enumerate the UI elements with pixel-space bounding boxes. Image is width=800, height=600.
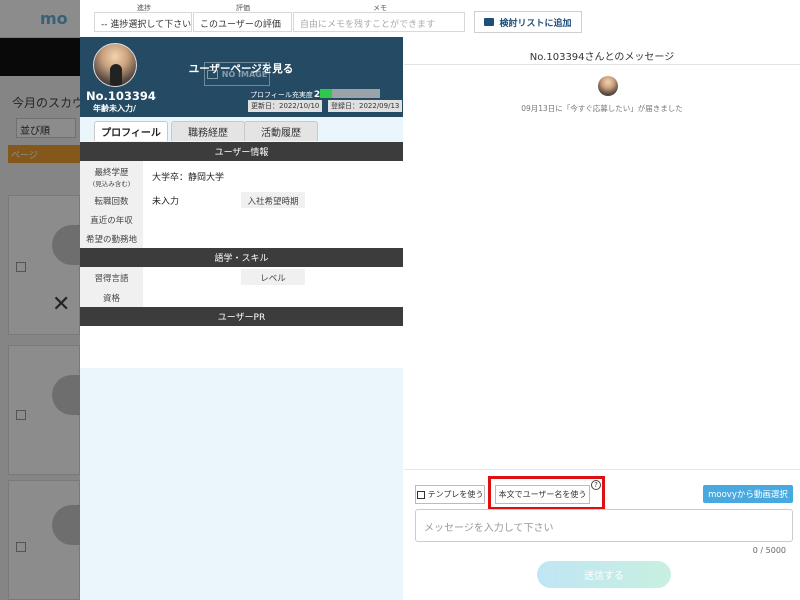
level-label: レベル xyxy=(241,269,305,285)
message-divider xyxy=(404,64,800,65)
folder-plus-icon xyxy=(484,18,495,26)
profile-panel: NO IMAGE ユーザーページを見る No.103394 年齢未入力/ プロフ… xyxy=(80,37,403,600)
rating-select[interactable]: このユーザーの評価 xyxy=(193,12,292,32)
message-input[interactable]: メッセージを入力して下さい xyxy=(415,509,793,542)
desired-location-label: 希望の勤務地 xyxy=(85,235,137,245)
tab-career[interactable]: 職務経歴 xyxy=(171,121,245,141)
memo-input[interactable]: 自由にメモを残すことができます xyxy=(293,12,465,32)
skills-area: 習得言語 レベル 資格 xyxy=(80,267,403,307)
completeness-bar-fill xyxy=(320,89,332,98)
use-template-label: テンプレを使う xyxy=(427,490,484,499)
message-title: No.103394さんとのメッセージ xyxy=(529,52,675,63)
registered-date: 登録日：2022/09/13 xyxy=(328,100,403,112)
education-label: 最終学歴 (見込み含む) xyxy=(80,166,143,188)
user-number: No.103394 xyxy=(86,89,156,103)
add-to-list-button[interactable]: 検討リストに追加 xyxy=(474,11,582,33)
message-avatar xyxy=(598,76,618,96)
profile-completeness-label: プロフィール充実度 xyxy=(250,91,313,99)
profile-completeness: プロフィール充実度20 xyxy=(250,90,326,100)
completeness-bar xyxy=(320,89,380,98)
user-info-section-title: ユーザー情報 xyxy=(80,142,403,161)
user-pr-section-title: ユーザーPR xyxy=(80,307,403,326)
use-template-button[interactable]: テンプレを使う xyxy=(415,485,485,504)
user-info-area: 最終学歴 (見込み含む) 大学卒：静岡大学 転職回数 未入力 入社希望時期 直近… xyxy=(80,161,403,248)
add-to-list-label: 検討リストに追加 xyxy=(499,18,572,29)
view-user-page-link[interactable]: ユーザーページを見る xyxy=(176,61,306,76)
profile-header: NO IMAGE ユーザーページを見る No.103394 年齢未入力/ プロフ… xyxy=(80,37,403,117)
avatar xyxy=(93,43,137,87)
character-counter: 0 / 5000 xyxy=(752,546,786,555)
recent-income-label: 直近の年収 xyxy=(90,216,133,226)
tab-profile[interactable]: プロフィール xyxy=(94,121,168,141)
job-changes-label: 転職回数 xyxy=(94,197,129,207)
highlight-box xyxy=(488,476,605,510)
tab-activity[interactable]: 活動履歴 xyxy=(244,121,318,141)
job-changes-value: 未入力 xyxy=(152,197,180,207)
updated-date: 更新日：2022/10/10 xyxy=(248,100,323,112)
progress-select[interactable]: -- 進捗選択して下さい -- xyxy=(94,12,192,32)
education-value: 大学卒：静岡大学 xyxy=(152,173,225,183)
education-note: (見込み含む) xyxy=(92,180,131,188)
close-icon[interactable]: ✕ xyxy=(52,294,70,316)
message-notice: 09月13日に「今すぐ応募したい」が届きました xyxy=(521,104,683,113)
edit-icon xyxy=(416,490,425,499)
send-button[interactable]: 送信する xyxy=(537,561,671,588)
moovy-video-button[interactable]: moovyから動画選択 xyxy=(703,485,793,503)
language-label: 習得言語 xyxy=(94,274,129,284)
user-pr-area xyxy=(80,326,403,368)
education-label-text: 最終学歴 xyxy=(94,168,129,178)
skills-section-title: 語学・スキル xyxy=(80,248,403,267)
user-age: 年齢未入力/ xyxy=(93,104,136,113)
join-timing-label: 入社希望時期 xyxy=(241,192,305,208)
qualification-label: 資格 xyxy=(102,294,120,304)
